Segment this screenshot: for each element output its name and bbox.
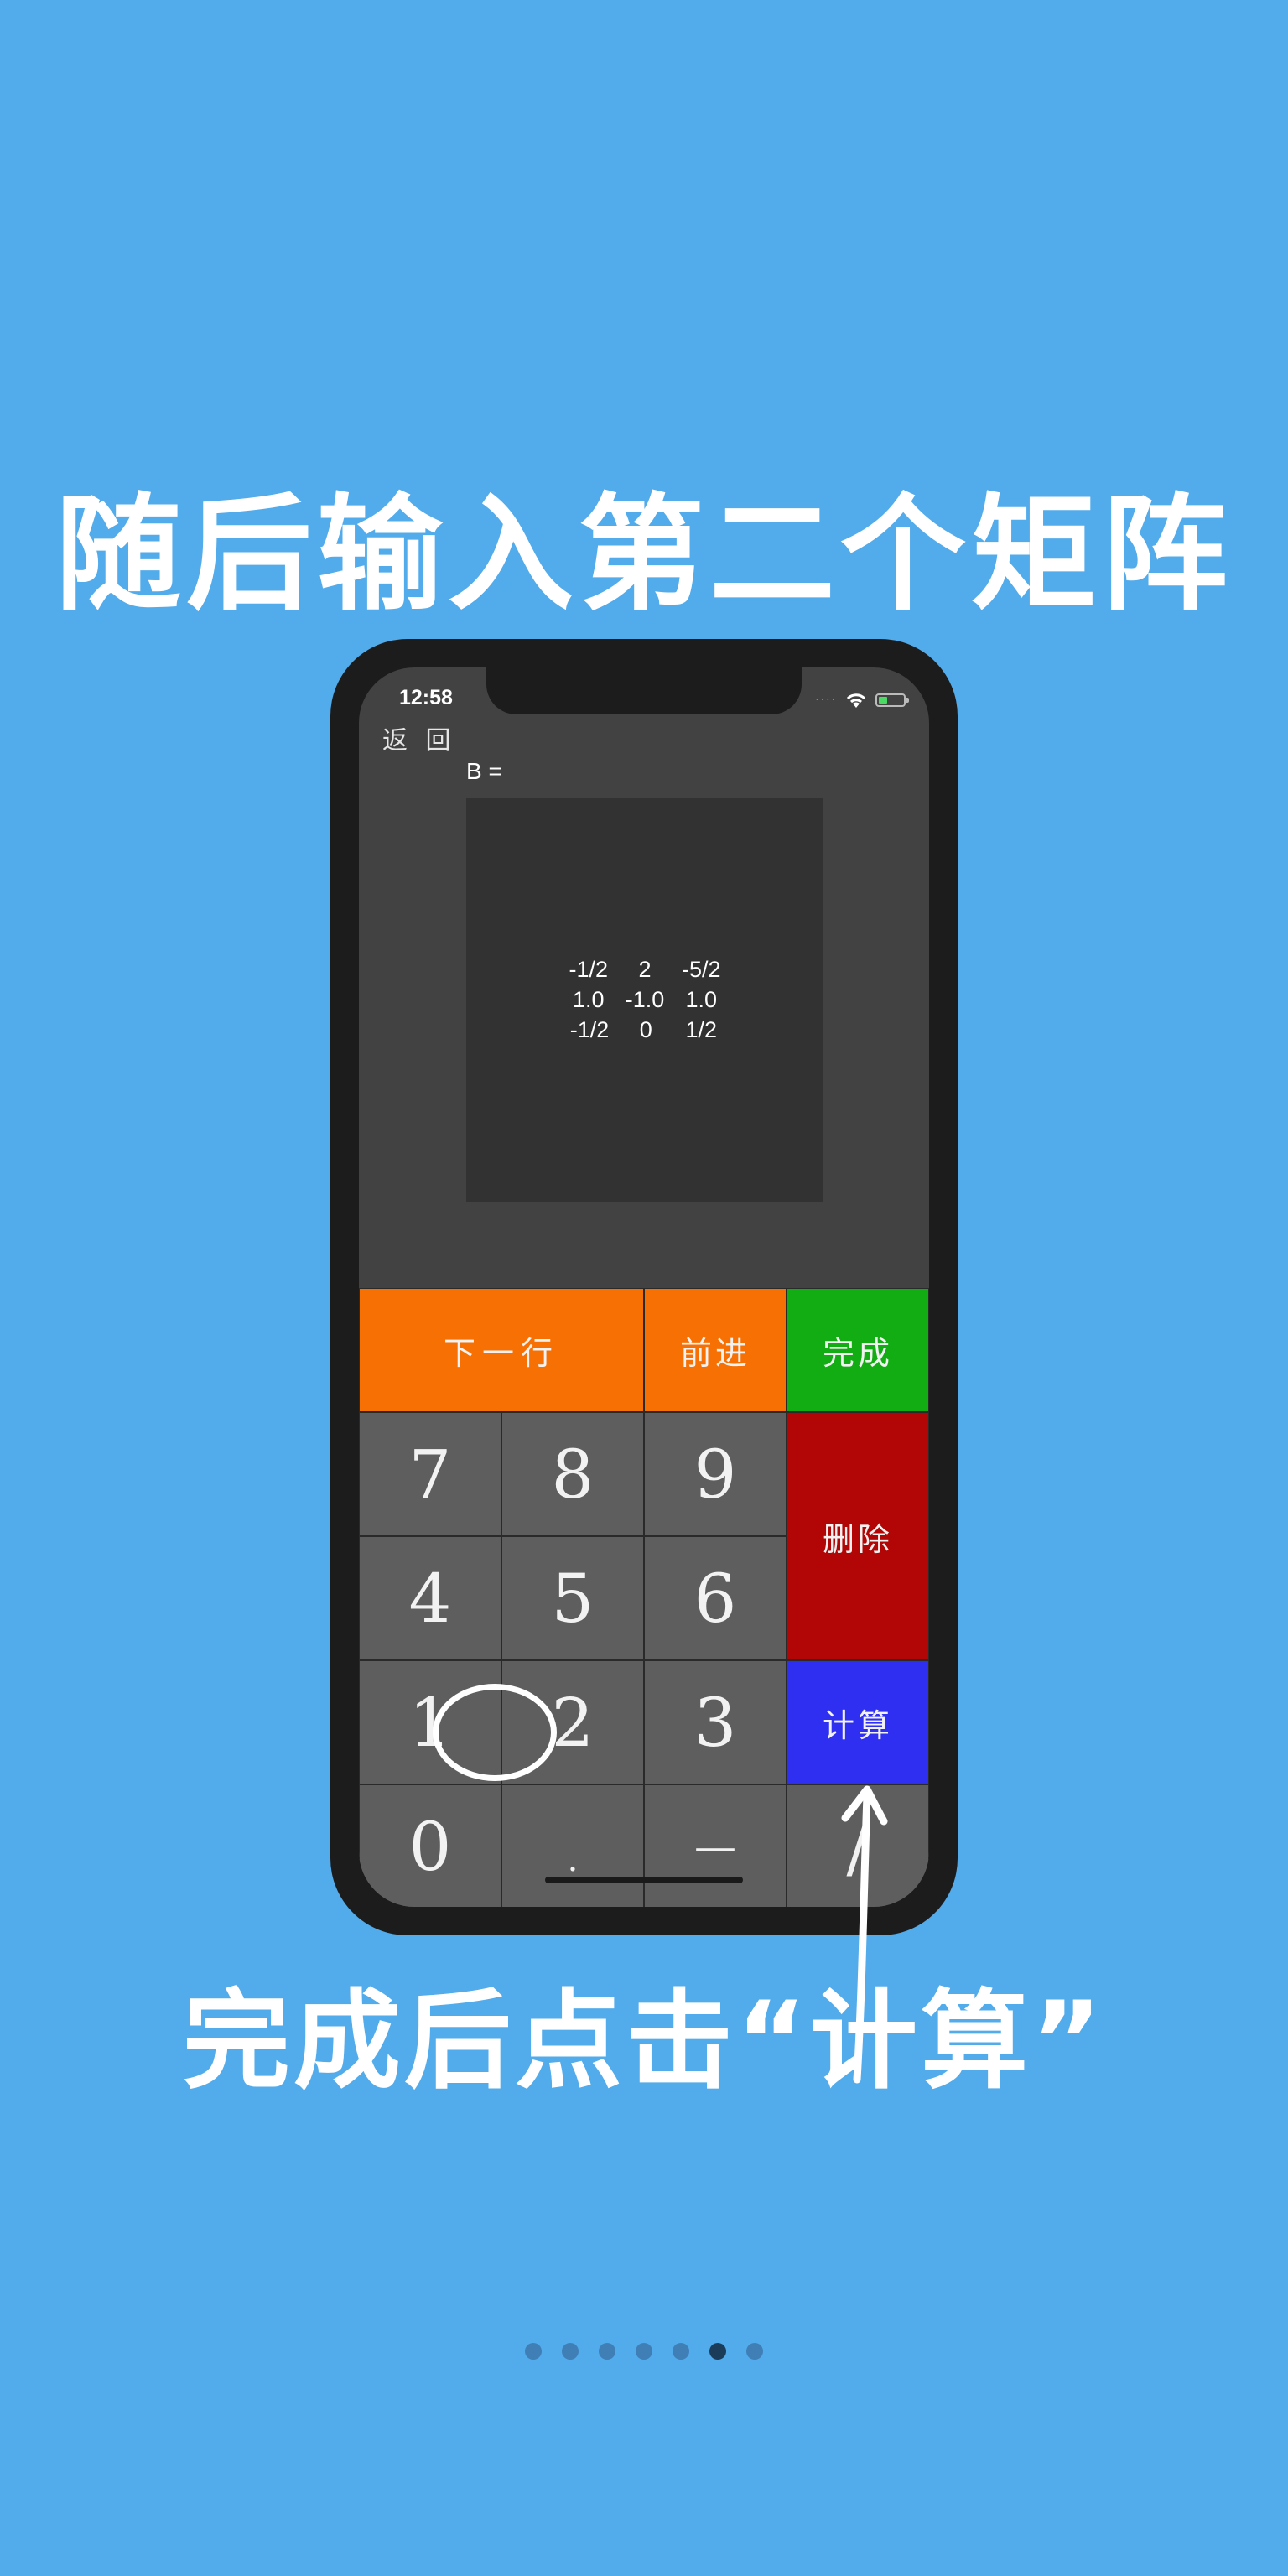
matrix-cell: 1.0 — [572, 987, 605, 1012]
caption: 完成后点击“计算” — [182, 1979, 1106, 2104]
digit-8-button[interactable]: 8 — [501, 1412, 644, 1536]
page-indicator — [0, 2343, 1288, 2360]
matrix-row: 1.0 -1.0 1.0 — [466, 984, 823, 1015]
battery-icon — [875, 693, 909, 707]
digit-5-button[interactable]: 5 — [501, 1536, 644, 1660]
page-dot[interactable] — [673, 2343, 689, 2360]
matrix-row: -1/2 2 -5/2 — [466, 954, 823, 984]
page-dot[interactable] — [636, 2343, 652, 2360]
status-time: 12:58 — [399, 686, 453, 709]
forward-button[interactable]: 前进 — [644, 1288, 787, 1412]
keypad: 下一行 前进 完成 7 8 9 删除 4 5 6 1 2 3 计算 0 . — … — [359, 1288, 929, 1907]
home-indicator — [545, 1877, 743, 1883]
next-row-button[interactable]: 下一行 — [359, 1288, 644, 1412]
status-icons: ···· — [815, 691, 909, 709]
digit-9-button[interactable]: 9 — [644, 1412, 787, 1536]
matrix-cell: 1/2 — [685, 1017, 718, 1042]
page-dot[interactable] — [746, 2343, 763, 2360]
matrix-row: -1/2 0 1/2 — [466, 1015, 823, 1045]
decimal-point-button[interactable]: . — [501, 1784, 644, 1907]
matrix-cell: -1/2 — [569, 957, 608, 982]
digit-7-button[interactable]: 7 — [359, 1412, 501, 1536]
matrix-cell: -5/2 — [682, 957, 721, 982]
matrix-display: -1/2 2 -5/2 1.0 -1.0 1.0 -1/2 0 1/2 — [466, 798, 823, 1202]
done-button[interactable]: 完成 — [787, 1288, 929, 1412]
page-dot[interactable] — [525, 2343, 542, 2360]
calculate-button[interactable]: 计算 — [787, 1660, 929, 1784]
headline: 随后输入第二个矩阵 — [55, 482, 1233, 628]
matrix-cell: 1.0 — [685, 987, 718, 1012]
digit-3-button[interactable]: 3 — [644, 1660, 787, 1784]
page-dot[interactable] — [599, 2343, 615, 2360]
matrix-cell: -1/2 — [569, 1017, 610, 1042]
digit-6-button[interactable]: 6 — [644, 1536, 787, 1660]
matrix-cell: 2 — [638, 957, 652, 982]
matrix-cell: 0 — [639, 1017, 652, 1042]
matrix-values: -1/2 2 -5/2 1.0 -1.0 1.0 -1/2 0 1/2 — [466, 954, 823, 1045]
page-dot[interactable] — [562, 2343, 579, 2360]
back-button[interactable]: 返 回 — [382, 719, 456, 756]
digit-4-button[interactable]: 4 — [359, 1536, 501, 1660]
page-dot-active[interactable] — [709, 2343, 726, 2360]
matrix-label: B = — [466, 758, 502, 784]
wifi-icon — [846, 693, 866, 708]
minus-button[interactable]: — — [644, 1784, 787, 1907]
notch — [486, 667, 802, 714]
phone-frame: 12:58 ···· 返 回 B = -1/2 2 -5/2 1.0 -1.0 … — [330, 639, 958, 1935]
fraction-slash-button[interactable]: / — [787, 1784, 929, 1907]
matrix-cell: -1.0 — [625, 987, 665, 1012]
delete-button[interactable]: 删除 — [787, 1412, 929, 1660]
highlight-circle — [433, 1684, 557, 1781]
digit-0-button[interactable]: 0 — [359, 1784, 501, 1907]
signal-icon: ···· — [815, 693, 837, 707]
